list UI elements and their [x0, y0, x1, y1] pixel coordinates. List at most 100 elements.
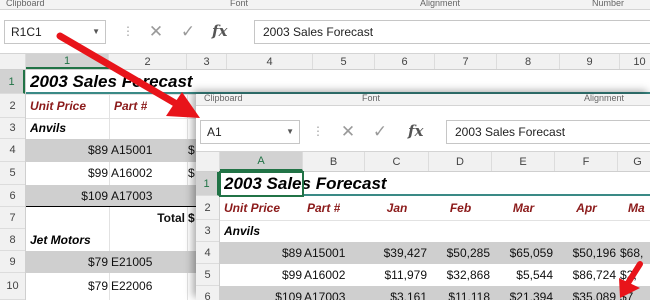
unit-price-cell[interactable]: $109 [26, 185, 108, 207]
sales-value-cell[interactable]: $39,427 [365, 242, 427, 264]
header-cell[interactable]: Part # [307, 196, 340, 220]
drag-handle-icon[interactable]: ⋮ [122, 24, 134, 38]
header-cell[interactable]: Ma [628, 196, 645, 220]
group-label-cell[interactable]: Anvils [224, 220, 260, 242]
column-header[interactable]: 4 [227, 54, 313, 69]
enter-icon[interactable]: ✓ [368, 120, 392, 144]
header-cell[interactable]: Unit Price [224, 196, 280, 220]
value-cell[interactable]: $ [188, 207, 195, 229]
header-cell[interactable]: Mar [492, 196, 555, 220]
group-label-cell[interactable]: Jet Motors [30, 229, 91, 251]
total-label-cell[interactable]: Total [111, 207, 185, 229]
chevron-down-icon[interactable]: ▼ [286, 121, 294, 143]
part-number-cell[interactable]: A17003 [111, 185, 152, 207]
unit-price-cell[interactable]: $99 [26, 162, 108, 185]
unit-price-cell[interactable]: $79 [26, 251, 108, 273]
row-header[interactable]: 5 [196, 264, 219, 286]
cancel-icon[interactable]: ✕ [144, 20, 168, 44]
chevron-down-icon[interactable]: ▼ [92, 21, 100, 43]
part-number-cell[interactable]: A17003 [304, 286, 345, 300]
column-header[interactable]: 3 [187, 54, 227, 69]
row-header[interactable]: 5 [0, 162, 25, 185]
column-header[interactable]: 9 [560, 54, 620, 69]
header-cell[interactable]: Feb [429, 196, 492, 220]
row-header[interactable]: 8 [0, 229, 25, 251]
sheet-title-cell[interactable]: 2003 Sales Forecast [30, 70, 193, 94]
column-header[interactable]: A [220, 152, 303, 171]
part-number-cell[interactable]: A15001 [111, 139, 152, 162]
header-cell[interactable]: Part # [114, 94, 147, 118]
value-cell[interactable]: $ [188, 162, 195, 185]
column-header[interactable]: D [429, 152, 492, 171]
sales-value-cell[interactable]: $65,059 [492, 242, 553, 264]
column-header[interactable]: 8 [497, 54, 560, 69]
active-cell-outline[interactable] [219, 171, 304, 197]
row-header[interactable]: 9 [0, 251, 25, 273]
formula-input[interactable]: 2003 Sales Forecast [254, 20, 650, 44]
column-header[interactable]: F [555, 152, 618, 171]
sales-value-cell[interactable]: $2, [620, 264, 637, 286]
row-header[interactable]: 2 [196, 196, 219, 220]
row-header[interactable]: 3 [0, 118, 25, 139]
header-cell[interactable]: Apr [555, 196, 618, 220]
sales-value-cell[interactable]: $68, [620, 242, 643, 264]
row-header[interactable]: 1 [196, 172, 219, 196]
header-cell[interactable]: Jan [365, 196, 429, 220]
formula-input[interactable]: 2003 Sales Forecast [446, 120, 650, 144]
row-header[interactable]: 1 [0, 70, 25, 94]
column-header[interactable]: 1 [26, 54, 109, 69]
unit-price-cell[interactable]: $79 [26, 273, 108, 300]
insert-function-icon[interactable]: fx [408, 122, 423, 140]
column-header[interactable]: 6 [375, 54, 435, 69]
row-header[interactable]: 3 [196, 220, 219, 242]
column-header[interactable]: 2 [109, 54, 187, 69]
unit-price-cell[interactable]: $109 [220, 286, 302, 300]
insert-function-icon[interactable]: fx [212, 22, 227, 40]
row-header[interactable]: 7 [0, 207, 25, 229]
sales-value-cell[interactable]: $21,394 [492, 286, 553, 300]
name-box[interactable]: A1 ▼ [200, 120, 300, 144]
sales-value-cell[interactable]: $35,089 [555, 286, 616, 300]
drag-handle-icon[interactable]: ⋮ [312, 124, 324, 138]
column-header[interactable]: E [492, 152, 555, 171]
name-box[interactable]: R1C1 ▼ [4, 20, 106, 44]
sales-value-cell[interactable]: $3,161 [365, 286, 427, 300]
value-cell[interactable]: $ [188, 139, 195, 162]
sales-value-cell[interactable]: $50,285 [429, 242, 490, 264]
sales-value-cell[interactable]: $50,196 [555, 242, 616, 264]
sales-value-cell[interactable]: $11,118 [429, 286, 490, 300]
column-header[interactable]: B [303, 152, 365, 171]
sales-value-cell[interactable]: $11,979 [365, 264, 428, 286]
part-number-cell[interactable]: E22006 [111, 273, 152, 300]
select-all-corner[interactable] [0, 54, 26, 69]
row-header[interactable]: 4 [0, 139, 25, 162]
sales-value-cell[interactable]: $5,544 [492, 264, 553, 286]
column-header[interactable]: 7 [435, 54, 497, 69]
sales-value-cell[interactable]: $86,724 [555, 264, 616, 286]
enter-icon[interactable]: ✓ [176, 20, 200, 44]
row-header[interactable]: 6 [196, 286, 219, 300]
unit-price-cell[interactable]: $89 [26, 139, 108, 162]
group-label-cell[interactable]: Anvils [30, 118, 66, 139]
row-header[interactable]: 4 [196, 242, 219, 264]
sales-value-cell[interactable]: $7 [620, 286, 633, 300]
row-header[interactable]: 6 [0, 185, 25, 207]
unit-price-cell[interactable]: $99 [220, 264, 302, 286]
part-number-cell[interactable]: A15001 [304, 242, 345, 264]
column-header[interactable]: C [365, 152, 429, 171]
ribbon-number-label: Number [592, 0, 625, 8]
column-header[interactable]: G [618, 152, 650, 171]
column-header[interactable]: 5 [313, 54, 375, 69]
cancel-icon[interactable]: ✕ [336, 120, 360, 144]
header-cell[interactable]: Unit Price [30, 94, 86, 118]
row-header[interactable]: 2 [0, 94, 25, 118]
unit-price-cell[interactable]: $89 [220, 242, 302, 264]
spreadsheet-window-a1: Clipboard Font Alignment A1 ▼ ⋮ ✕ ✓ fx 2… [196, 94, 650, 300]
part-number-cell[interactable]: A16002 [111, 162, 152, 185]
sales-value-cell[interactable]: $32,868 [429, 264, 490, 286]
part-number-cell[interactable]: E21005 [111, 251, 152, 273]
part-number-cell[interactable]: A16002 [304, 264, 345, 286]
select-all-corner[interactable] [196, 152, 220, 171]
column-header[interactable]: 10 [620, 54, 650, 69]
row-header[interactable]: 10 [0, 273, 25, 300]
